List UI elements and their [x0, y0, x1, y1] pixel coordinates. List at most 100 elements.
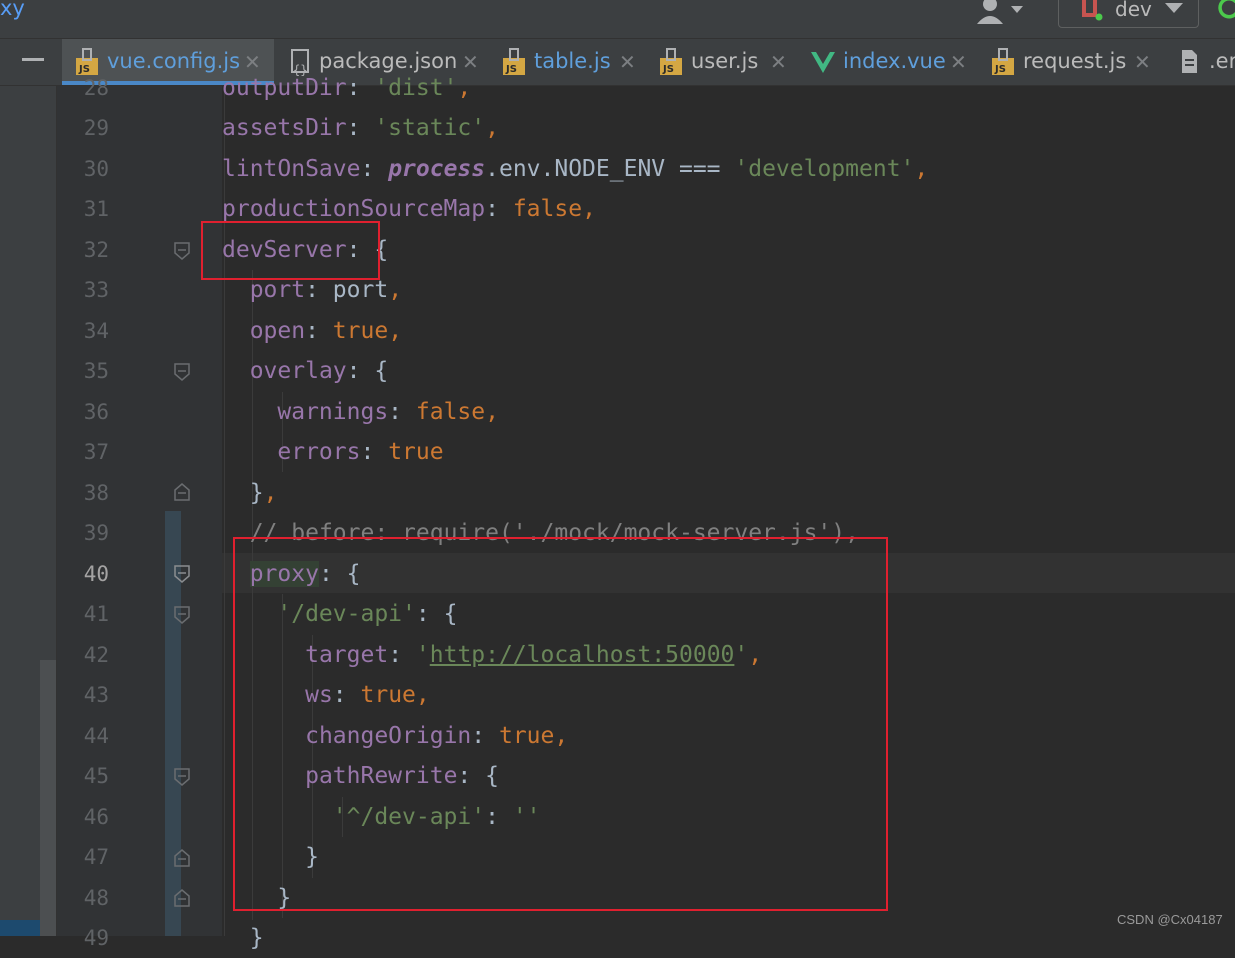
code-punct: : [305, 277, 333, 303]
code-key: port [249, 277, 306, 303]
code-literal: true [332, 318, 389, 344]
line-number: 31 [83, 197, 109, 221]
code-punct: , [485, 399, 499, 425]
code-line[interactable]: lintOnSave: process.env.NODE_ENV === 'de… [222, 149, 928, 189]
fold-marker-icon[interactable] [173, 888, 191, 908]
line-number: 36 [83, 400, 109, 424]
code-punct: : [360, 156, 389, 182]
annotation-box-devserver [201, 221, 380, 280]
code-key: warnings [277, 399, 389, 425]
line-number: 28 [83, 76, 109, 100]
js-file-icon: JS [503, 48, 525, 75]
line-number: 48 [83, 886, 109, 910]
code-punct: : [360, 439, 389, 465]
tab-label: user.js [691, 49, 759, 73]
code-brace: } [249, 480, 264, 506]
fold-marker-icon[interactable] [173, 767, 191, 787]
tab-env[interactable]: .en [1164, 39, 1235, 85]
js-file-icon: JS [992, 48, 1014, 75]
line-number: 41 [83, 602, 109, 626]
code-line[interactable]: errors: true [222, 432, 444, 472]
code-line[interactable]: warnings: false, [222, 392, 499, 432]
menu-icon[interactable] [22, 58, 44, 61]
code-line[interactable]: open: true, [222, 311, 402, 351]
code-punct: : [305, 318, 333, 344]
code-key: lintOnSave [222, 156, 361, 182]
code-punct: : [346, 358, 375, 384]
tab-label: request.js [1023, 49, 1127, 73]
code-line[interactable]: overlay: { [222, 351, 389, 391]
tab-label: table.js [534, 49, 611, 73]
line-number: 46 [83, 805, 109, 829]
close-icon[interactable]: ✕ [770, 50, 787, 74]
watermark: CSDN @Cx04187 [1117, 912, 1223, 927]
code-brace: } [249, 925, 264, 951]
line-number: 33 [83, 278, 109, 302]
tool-window-strip [0, 86, 57, 936]
svg-text:JS: JS [994, 64, 1006, 75]
tab-index-vue[interactable]: index.vue ✕ [798, 39, 978, 85]
code-identifier: port [332, 277, 389, 303]
fold-marker-icon[interactable] [173, 362, 191, 382]
line-number: 37 [83, 440, 109, 464]
vue-file-icon [811, 52, 835, 73]
text-file-icon [1182, 50, 1197, 73]
tab-label: .en [1209, 49, 1235, 73]
line-number: 47 [83, 845, 109, 869]
fold-marker-icon[interactable] [173, 564, 191, 584]
line-number: 43 [83, 683, 109, 707]
line-number: 35 [83, 359, 109, 383]
line-number: 30 [83, 157, 109, 181]
code-punct: , [388, 318, 403, 344]
code-string: 'static' [374, 115, 486, 141]
line-number: 29 [83, 116, 109, 140]
tab-user-js[interactable]: JS user.js ✕ [646, 39, 798, 85]
code-line[interactable]: outputDir: 'dist', [222, 68, 471, 108]
code-literal: true [388, 439, 444, 465]
code-punct: , [457, 75, 472, 101]
user-icon[interactable] [975, 0, 1025, 24]
project-name[interactable]: xy [0, 0, 25, 20]
svg-text:JS: JS [662, 64, 674, 75]
chevron-down-icon [1165, 3, 1183, 13]
fold-marker-icon[interactable] [173, 482, 191, 502]
code-key: outputDir [222, 75, 347, 101]
scrollbar-thumb[interactable] [40, 660, 56, 936]
code-literal: false [415, 399, 486, 425]
code-key: assetsDir [222, 115, 347, 141]
line-number: 45 [83, 764, 109, 788]
fold-marker-icon[interactable] [173, 241, 191, 261]
tab-request-js[interactable]: JS request.js ✕ [978, 39, 1164, 85]
code-key: open [249, 318, 306, 344]
code-string: 'development' [734, 156, 915, 182]
annotation-box-proxy [233, 537, 888, 911]
line-number: 38 [83, 481, 109, 505]
code-punct: , [263, 480, 278, 506]
run-config-selector[interactable]: dev [1058, 0, 1199, 28]
close-icon[interactable]: ✕ [950, 50, 967, 74]
code-line[interactable]: assetsDir: 'static', [222, 108, 499, 148]
line-number-gutter: 28 29 30 31 32 33 34 35 36 37 38 39 40 4… [57, 76, 222, 950]
code-key: overlay [249, 358, 347, 384]
close-icon[interactable]: ✕ [1134, 50, 1151, 74]
tab-table-js[interactable]: JS table.js ✕ [489, 39, 646, 85]
line-number: 32 [83, 238, 109, 262]
tool-window-indicator [0, 920, 40, 936]
code-line[interactable]: } [222, 918, 264, 958]
title-bar: xy dev [0, 0, 1235, 39]
code-brace: { [374, 358, 389, 384]
code-punct: : [388, 399, 416, 425]
fold-marker-icon[interactable] [173, 605, 191, 625]
run-config-label: dev [1115, 0, 1152, 21]
refresh-icon[interactable] [1218, 0, 1235, 20]
fold-marker-icon[interactable] [173, 848, 191, 868]
code-punct: , [914, 156, 929, 182]
close-icon[interactable]: ✕ [619, 50, 636, 74]
code-string: 'dist' [374, 75, 458, 101]
code-line[interactable]: }, [222, 473, 278, 513]
